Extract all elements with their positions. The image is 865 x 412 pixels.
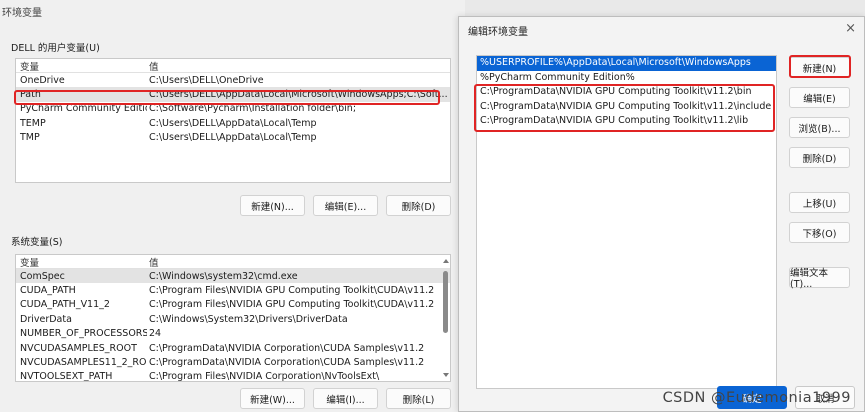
variable-value: C:\Windows\system32\cmd.exe [149,270,298,282]
table-row[interactable]: Path C:\Users\DELL\AppData\Local\Microso… [16,87,450,102]
scroll-down-icon[interactable] [443,373,449,377]
user-variables-list: 变量 值 OneDrive C:\Users\DELL\OneDrive Pat… [15,58,451,183]
header-value[interactable]: 值 [147,59,450,73]
variable-name: PyCharm Community Edition [20,103,147,115]
move-down-button[interactable]: 下移(O) [789,222,850,243]
table-row[interactable]: NVCUDASAMPLES_ROOT C:\ProgramData\NVIDIA… [16,341,450,355]
variable-value: C:\Program Files\NVIDIA GPU Computing To… [149,299,435,311]
variable-value: C:\ProgramData\NVIDIA Corporation\CUDA S… [149,342,425,354]
variable-value: 24 [149,328,162,340]
variable-value: C:\Software\Pycharm\Installation folder\… [149,103,357,115]
list-item[interactable]: C:\ProgramData\NVIDIA GPU Computing Tool… [477,100,776,115]
edit-text-button[interactable]: 编辑文本(T)... [789,267,850,290]
table-row[interactable]: TMP C:\Users\DELL\AppData\Local\Temp [16,131,450,145]
variable-name: NVCUDASAMPLES_ROOT [20,342,137,354]
list-item[interactable]: C:\ProgramData\NVIDIA GPU Computing Tool… [477,114,776,129]
table-row[interactable]: OneDrive C:\Users\DELL\OneDrive [16,73,450,87]
dialog-title: 编辑环境变量 [468,27,528,38]
system-variables-list: 变量 值 ComSpec C:\Windows\system32\cmd.exe… [15,254,451,382]
header-variable[interactable]: 变量 [16,255,147,269]
move-up-button[interactable]: 上移(U) [789,192,850,213]
table-row[interactable]: CUDA_PATH C:\Program Files\NVIDIA GPU Co… [16,283,450,297]
variable-name: TEMP [20,117,46,129]
system-new-button[interactable]: 新建(W)... [240,388,305,409]
table-row[interactable]: CUDA_PATH_V11_2 C:\Program Files\NVIDIA … [16,298,450,312]
variable-value: C:\Program Files\NVIDIA GPU Computing To… [149,285,435,297]
new-entry-button[interactable]: 新建(N) [789,57,850,78]
variable-value: C:\Program Files\NVIDIA Corporation\NvTo… [149,371,380,382]
table-row[interactable]: DriverData C:\Windows\System32\Drivers\D… [16,312,450,326]
variable-value: C:\Users\DELL\AppData\Local\Temp [149,132,317,144]
variable-name: CUDA_PATH [20,285,76,297]
vertical-scrollbar[interactable] [443,271,448,333]
variable-name: NUMBER_OF_PROCESSORS [20,328,147,340]
variable-name: NVCUDASAMPLES11_2_RO... [20,357,147,369]
table-row[interactable]: PyCharm Community Edition C:\Software\Py… [16,102,450,116]
variable-name: TMP [20,132,40,144]
variable-name: NVTOOLSEXT_PATH [20,371,113,382]
path-entries-list: %USERPROFILE%\AppData\Local\Microsoft\Wi… [476,55,777,389]
header-value[interactable]: 值 [147,255,450,269]
system-variables-label: 系统变量(S) [11,237,63,248]
delete-entry-button[interactable]: 删除(D) [789,147,850,168]
variable-value: C:\Windows\System32\Drivers\DriverData [149,313,348,325]
user-delete-button[interactable]: 删除(D) [386,195,451,216]
table-row[interactable]: TEMP C:\Users\DELL\AppData\Local\Temp [16,116,450,130]
table-row[interactable]: NVTOOLSEXT_PATH C:\Program Files\NVIDIA … [16,370,450,382]
close-icon[interactable]: × [845,21,856,36]
watermark: CSDN @Eudemonia1999 [662,390,851,406]
system-delete-button[interactable]: 删除(L) [386,388,451,409]
environment-variables-window: 环境变量 DELL 的用户变量(U) 变量 值 OneDrive C:\User… [0,0,465,412]
variable-name: CUDA_PATH_V11_2 [20,299,110,311]
variable-name: ComSpec [20,270,65,282]
variable-value: C:\Users\DELL\AppData\Local\Microsoft\Wi… [149,89,448,101]
variable-name: DriverData [20,313,72,325]
table-row[interactable]: NVCUDASAMPLES11_2_RO... C:\ProgramData\N… [16,355,450,369]
edit-entry-button[interactable]: 编辑(E) [789,87,850,108]
variable-name: OneDrive [20,74,65,86]
user-edit-button[interactable]: 编辑(E)... [313,195,378,216]
variable-value: C:\Users\DELL\AppData\Local\Temp [149,117,317,129]
list-item[interactable]: %PyCharm Community Edition% [477,71,776,86]
list-item[interactable]: %USERPROFILE%\AppData\Local\Microsoft\Wi… [477,56,776,71]
table-row[interactable]: NUMBER_OF_PROCESSORS 24 [16,327,450,341]
list-header: 变量 值 [16,59,450,73]
list-item[interactable]: C:\ProgramData\NVIDIA GPU Computing Tool… [477,85,776,100]
edit-environment-variable-dialog: 编辑环境变量 × %USERPROFILE%\AppData\Local\Mic… [458,16,865,412]
table-row[interactable]: ComSpec C:\Windows\system32\cmd.exe [16,269,450,284]
scroll-up-icon[interactable] [443,259,449,263]
window-title: 环境变量 [2,8,42,19]
variable-value: C:\ProgramData\NVIDIA Corporation\CUDA S… [149,357,425,369]
user-variables-label: DELL 的用户变量(U) [11,43,100,54]
user-new-button[interactable]: 新建(N)... [240,195,305,216]
variable-name: Path [20,89,41,101]
browse-button[interactable]: 浏览(B)... [789,117,850,138]
header-variable[interactable]: 变量 [16,59,147,73]
list-header: 变量 值 [16,255,450,269]
variable-value: C:\Users\DELL\OneDrive [149,74,264,86]
system-edit-button[interactable]: 编辑(I)... [313,388,378,409]
